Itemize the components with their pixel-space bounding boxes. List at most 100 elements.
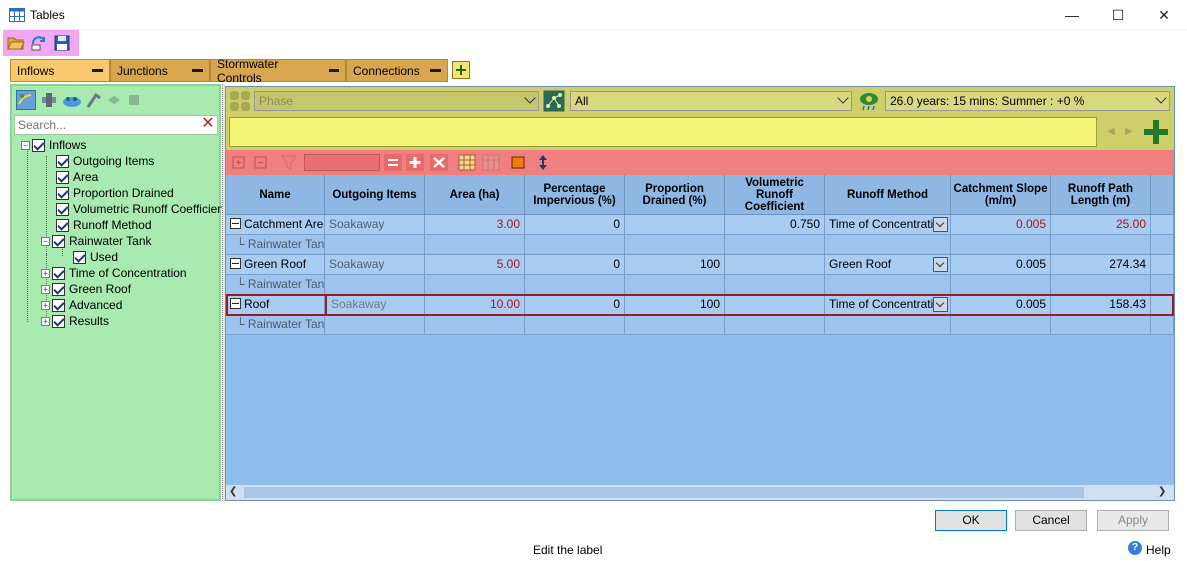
cell-name[interactable]: Catchment Area [226, 215, 325, 235]
tree-node-used[interactable]: Used [73, 249, 118, 265]
expand-icon[interactable]: + [41, 284, 50, 294]
cell-proportion-drained[interactable]: 100 [625, 255, 725, 275]
checkbox-icon[interactable] [73, 250, 86, 264]
checkbox-icon[interactable] [32, 138, 45, 152]
cell-outgoing-items[interactable]: Soakaway [325, 255, 425, 275]
resize-rows-icon[interactable] [534, 154, 552, 171]
tree-node-time-of-concentration[interactable]: + Time of Concentration [41, 265, 187, 281]
column-header-volumetric-runoff-coefficient[interactable]: Volumetric Runoff Coefficient [725, 175, 825, 215]
tab-minimize-icon[interactable] [92, 69, 103, 72]
checkbox-icon[interactable] [56, 170, 69, 184]
chevron-down-icon[interactable] [933, 297, 948, 312]
column-header-proportion-drained[interactable]: Proportion Drained (%) [625, 175, 725, 215]
clear-search-icon[interactable]: ✕ [200, 116, 216, 132]
column-header-outgoing-items[interactable]: Outgoing Items [325, 175, 425, 215]
help-icon[interactable]: ? [1128, 541, 1142, 555]
cancel-button[interactable]: Cancel [1015, 510, 1087, 531]
inflow-tree-icon[interactable] [16, 90, 36, 110]
tree-node-rainwater-tank[interactable]: − Rainwater Tank [41, 233, 152, 249]
ok-button[interactable]: OK [935, 510, 1007, 531]
tree-node-area[interactable]: Area [56, 169, 98, 185]
scope-dropdown[interactable]: All [570, 91, 852, 111]
cell-name[interactable]: Green Roof [226, 255, 325, 275]
collapse-icon[interactable]: − [41, 236, 50, 246]
maximize-button[interactable]: ☐ [1095, 0, 1141, 30]
tree-node-advanced[interactable]: + Advanced [41, 297, 122, 313]
apply-button[interactable]: Apply [1097, 510, 1169, 531]
collapse-all-icon[interactable] [252, 154, 270, 171]
tree-node-runoff-method[interactable]: Runoff Method [56, 217, 152, 233]
cell-runoff-method[interactable]: Time of Concentration [825, 215, 951, 235]
cell-area[interactable]: 3.00 [425, 215, 525, 235]
cell-catchment-slope[interactable]: 0.005 [951, 255, 1051, 275]
cell-runoff-method[interactable]: Time of Concentration [825, 295, 951, 315]
expand-icon[interactable]: + [41, 316, 50, 326]
highlight-color-icon[interactable] [509, 154, 527, 171]
tree-node-outgoing-items[interactable]: Outgoing Items [56, 153, 154, 169]
cell-percentage-impervious[interactable]: 0 [525, 295, 625, 315]
column-header-percentage-impervious[interactable]: Percentage Impervious (%) [525, 175, 625, 215]
checkbox-icon[interactable] [56, 154, 69, 168]
checkbox-icon[interactable] [56, 186, 69, 200]
tab-connections[interactable]: Connections [346, 59, 448, 82]
label-input[interactable] [229, 117, 1097, 147]
tab-inflows[interactable]: Inflows [10, 59, 110, 82]
help-link[interactable]: Help [1146, 543, 1171, 557]
checkbox-icon[interactable] [52, 298, 65, 312]
cell-runoff-path-length[interactable]: 158.43 [1051, 295, 1151, 315]
scrollbar-thumb[interactable] [244, 487, 1084, 498]
cell-rainwater-tank[interactable]: └ Rainwater Tank [226, 315, 325, 335]
cell-volumetric-runoff-coefficient[interactable] [725, 255, 825, 275]
column-header-catchment-slope[interactable]: Catchment Slope (m/m) [951, 175, 1051, 215]
collapse-icon[interactable]: − [21, 140, 30, 150]
cell-outgoing-items[interactable]: Soakaway [325, 295, 425, 315]
cell-outgoing-items[interactable]: Soakaway [325, 215, 425, 235]
tree-node-volumetric-runoff-coefficient[interactable]: Volumetric Runoff Coefficient [56, 201, 227, 217]
save-icon[interactable] [52, 33, 72, 53]
cell-runoff-method[interactable]: Green Roof [825, 255, 951, 275]
chevron-down-icon[interactable] [933, 257, 948, 272]
add-tab-icon[interactable] [452, 61, 470, 79]
stormwater-tree-icon[interactable] [62, 91, 82, 109]
tree-node-proportion-drained[interactable]: Proportion Drained [56, 185, 174, 201]
chevron-down-icon[interactable] [933, 217, 948, 232]
collapse-icon[interactable] [230, 218, 241, 229]
collapse-icon[interactable] [230, 258, 241, 269]
column-header-name[interactable]: Name [226, 175, 325, 215]
checkbox-icon[interactable] [52, 266, 65, 280]
expand-all-icon[interactable] [230, 154, 248, 171]
table-columns-icon[interactable] [458, 154, 476, 171]
column-header-runoff-path-length[interactable]: Runoff Path Length (m) [1051, 175, 1151, 215]
checkbox-icon[interactable] [56, 218, 69, 232]
cell-proportion-drained[interactable]: 100 [625, 295, 725, 315]
cell-percentage-impervious[interactable]: 0 [525, 255, 625, 275]
cell-name[interactable]: Roof [226, 295, 325, 315]
checkbox-icon[interactable] [52, 234, 65, 248]
tab-junctions[interactable]: Junctions [110, 59, 210, 82]
cell-catchment-slope[interactable]: 0.005 [951, 295, 1051, 315]
checkbox-icon[interactable] [56, 202, 69, 216]
cell-area[interactable]: 10.00 [425, 295, 525, 315]
cell-rainwater-tank[interactable]: └ Rainwater Tank [226, 275, 325, 295]
cell-volumetric-runoff-coefficient[interactable]: 0.750 [725, 215, 825, 235]
cell-rainwater-tank[interactable]: └ Rainwater Tank [226, 235, 325, 255]
scroll-right-icon[interactable]: ❯ [1158, 486, 1170, 498]
tab-minimize-icon[interactable] [430, 69, 441, 72]
tab-minimize-icon[interactable] [192, 69, 203, 72]
phase-dropdown[interactable]: Phase [254, 91, 539, 111]
tab-minimize-icon[interactable] [328, 69, 339, 72]
cell-volumetric-runoff-coefficient[interactable] [725, 295, 825, 315]
refresh-icon[interactable] [29, 33, 49, 53]
cell-area[interactable]: 5.00 [425, 255, 525, 275]
checkbox-icon[interactable] [52, 282, 65, 296]
cell-runoff-path-length[interactable]: 274.34 [1051, 255, 1151, 275]
tab-stormwater-controls[interactable]: Stormwater Controls [210, 57, 346, 85]
expand-icon[interactable]: + [41, 268, 50, 278]
open-folder-icon[interactable] [6, 33, 26, 53]
tree-node-green-roof[interactable]: + Green Roof [41, 281, 131, 297]
storm-dropdown[interactable]: 26.0 years: 15 mins: Summer : +0 % [885, 91, 1170, 111]
cell-proportion-drained[interactable] [625, 215, 725, 235]
close-button[interactable]: ✕ [1141, 0, 1187, 30]
checkbox-icon[interactable] [52, 314, 65, 328]
cell-catchment-slope[interactable]: 0.005 [951, 215, 1051, 235]
